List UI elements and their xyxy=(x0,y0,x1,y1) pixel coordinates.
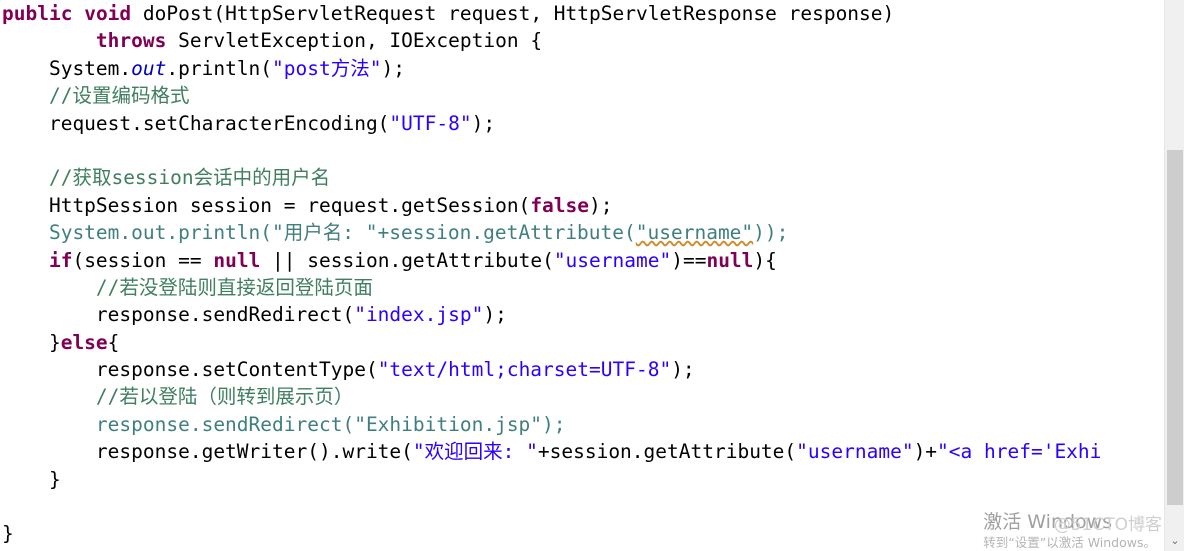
code-line[interactable]: } xyxy=(0,466,1164,493)
code-token: ); xyxy=(671,358,695,382)
code-token: "欢迎回来: " xyxy=(412,440,538,464)
code-token: (session == xyxy=(72,248,214,272)
code-token: null xyxy=(706,248,754,272)
code-token: "username" xyxy=(635,221,754,245)
code-token: ServletException, IOException { xyxy=(166,29,543,53)
code-token: )== xyxy=(671,248,707,272)
code-token: ); xyxy=(589,193,613,217)
code-token: response.getWriter().write( xyxy=(2,440,413,464)
code-token: "<a href='Exhi xyxy=(937,440,1102,464)
code-token: //若以登陆（则转到展示页） xyxy=(95,385,354,409)
code-line[interactable]: if(session == null || session.getAttribu… xyxy=(0,247,1164,274)
code-token: //设置编码格式 xyxy=(48,84,190,108)
code-line[interactable]: //获取session会话中的用户名 xyxy=(0,164,1164,191)
code-token: "UTF-8" xyxy=(389,111,472,135)
code-line[interactable]: System.out.println("用户名: "+session.getAt… xyxy=(0,219,1164,246)
code-line[interactable]: response.getWriter().write("欢迎回来: "+sess… xyxy=(0,438,1164,465)
vertical-scrollbar[interactable]: ⌄ xyxy=(1164,0,1184,551)
code-token: HttpSession session = request.getSession… xyxy=(2,193,531,217)
code-line[interactable]: throws ServletException, IOException { xyxy=(0,27,1164,54)
code-token: ); xyxy=(381,56,405,80)
code-line[interactable]: }else{ xyxy=(0,329,1164,356)
code-line[interactable]: public void doPost(HttpServletRequest re… xyxy=(0,0,1164,27)
code-token: { xyxy=(107,330,120,354)
code-editor-viewport: public void doPost(HttpServletRequest re… xyxy=(0,0,1184,551)
code-token: request.setCharacterEncoding( xyxy=(2,111,390,135)
vertical-scrollbar-thumb[interactable] xyxy=(1167,150,1183,505)
code-token: out xyxy=(131,56,167,80)
code-line[interactable]: //设置编码格式 xyxy=(0,82,1164,109)
code-line[interactable]: System.out.println("post方法"); xyxy=(0,55,1164,82)
code-token: null xyxy=(213,248,261,272)
code-token: false xyxy=(530,193,590,217)
code-token: )); xyxy=(753,221,789,245)
code-line[interactable]: request.setCharacterEncoding("UTF-8"); xyxy=(0,110,1164,137)
code-token: "index.jsp" xyxy=(354,303,484,327)
code-token: } xyxy=(2,467,61,491)
code-token: "text/html;charset=UTF-8" xyxy=(377,358,672,382)
code-line[interactable] xyxy=(0,137,1164,164)
code-token: //获取session会话中的用户名 xyxy=(48,166,331,190)
code-token: )+ xyxy=(913,440,938,464)
code-token: .println( xyxy=(166,56,273,80)
code-token: "username" xyxy=(796,440,914,464)
code-token: } xyxy=(2,522,14,546)
scroll-down-arrow-icon[interactable]: ⌄ xyxy=(1165,533,1184,549)
code-token: } xyxy=(2,330,61,354)
code-token: throws xyxy=(95,29,167,53)
code-token: ); xyxy=(471,111,496,135)
code-token: System.out.println("用户名: "+session.getAt… xyxy=(2,221,636,245)
code-token: //若没登陆则直接返回登陆页面 xyxy=(95,275,373,299)
code-line[interactable] xyxy=(0,493,1164,520)
code-line[interactable]: HttpSession session = request.getSession… xyxy=(0,192,1164,219)
code-token: "username" xyxy=(553,248,672,272)
code-line[interactable]: } xyxy=(0,520,1164,547)
code-token: response.setContentType( xyxy=(2,358,378,382)
code-line[interactable]: //若没登陆则直接返回登陆页面 xyxy=(0,274,1164,301)
code-token: if xyxy=(48,248,73,272)
code-token: response.sendRedirect("Exhibition.jsp"); xyxy=(2,412,566,436)
code-token: ); xyxy=(483,303,507,327)
code-token: else xyxy=(60,330,108,354)
code-token: +session.getAttribute( xyxy=(537,440,797,464)
code-line[interactable]: response.sendRedirect("index.jsp"); xyxy=(0,301,1164,328)
code-token: ){ xyxy=(753,248,777,272)
code-token: System. xyxy=(2,56,132,80)
code-content[interactable]: public void doPost(HttpServletRequest re… xyxy=(0,0,1164,551)
code-token: void xyxy=(84,2,132,25)
code-token: || session.getAttribute( xyxy=(260,248,554,272)
code-line[interactable]: response.sendRedirect("Exhibition.jsp"); xyxy=(0,411,1164,438)
code-line[interactable]: response.setContentType("text/html;chars… xyxy=(0,356,1164,383)
code-line[interactable]: //若以登陆（则转到展示页） xyxy=(0,383,1164,410)
code-token: public xyxy=(2,2,73,25)
code-token: doPost(HttpServletRequest request, HttpS… xyxy=(131,2,895,25)
code-token: response.sendRedirect( xyxy=(2,303,355,327)
code-token: "post方法" xyxy=(272,56,382,80)
